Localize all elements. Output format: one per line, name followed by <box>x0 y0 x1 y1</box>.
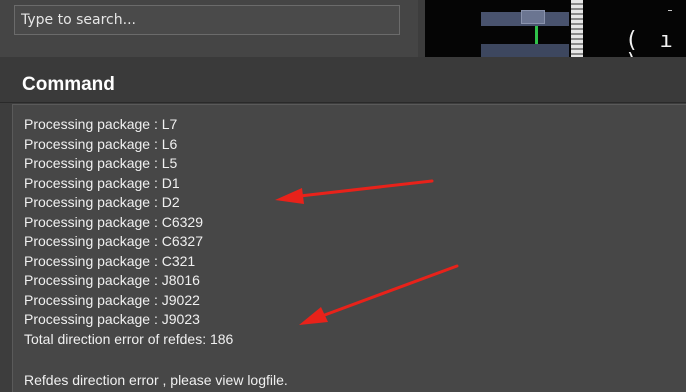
log-line: Processing package : J8016 <box>24 272 200 288</box>
log-line: Processing package : L6 <box>24 135 178 152</box>
log-list: Processing package : L7 Processing packa… <box>24 115 233 349</box>
log-line: Processing package : D1 <box>24 174 180 191</box>
canvas-mark <box>668 10 672 11</box>
log-line: Processing package : C6329 <box>24 213 203 230</box>
search-input[interactable] <box>14 5 400 35</box>
canvas-pin-row <box>571 0 583 57</box>
command-panel-header: Command <box>0 57 686 103</box>
divider <box>0 102 686 103</box>
canvas-trace <box>535 26 538 44</box>
log-line: Processing package : C321 <box>24 252 196 269</box>
log-line: Processing package : L7 <box>24 116 178 132</box>
log-line: Processing package : D2 <box>24 194 180 210</box>
design-canvas-preview[interactable]: ( ı ) <box>425 0 686 57</box>
log-total-line: Total direction error of refdes: 186 <box>24 330 234 347</box>
log-line: Processing package : C6327 <box>24 233 203 249</box>
canvas-shape <box>481 44 569 57</box>
command-output[interactable]: Processing package : L7 Processing packa… <box>12 104 686 392</box>
canvas-glyph: ( ı ) <box>625 28 677 58</box>
log-line: Processing package : L5 <box>24 155 178 171</box>
log-line: Processing package : J9022 <box>24 291 200 308</box>
log-line: Processing package : J9023 <box>24 311 200 327</box>
panel-title: Command <box>22 74 115 95</box>
canvas-component <box>521 10 545 24</box>
search-panel <box>0 0 418 57</box>
error-message: Refdes direction error , please view log… <box>24 372 288 388</box>
app-window: ( ı ) Command Processing package : L7 Pr… <box>0 0 686 392</box>
